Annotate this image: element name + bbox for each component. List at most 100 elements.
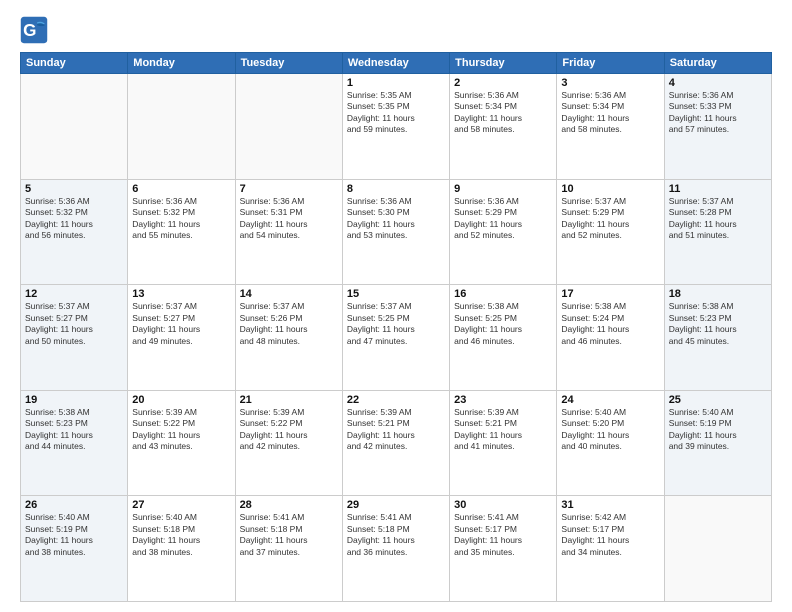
- day-info: Sunrise: 5:36 AM Sunset: 5:32 PM Dayligh…: [132, 196, 230, 242]
- calendar-cell: 6Sunrise: 5:36 AM Sunset: 5:32 PM Daylig…: [128, 179, 235, 285]
- day-info: Sunrise: 5:40 AM Sunset: 5:19 PM Dayligh…: [669, 407, 767, 453]
- calendar-cell: 7Sunrise: 5:36 AM Sunset: 5:31 PM Daylig…: [235, 179, 342, 285]
- day-info: Sunrise: 5:40 AM Sunset: 5:18 PM Dayligh…: [132, 512, 230, 558]
- calendar-table: SundayMondayTuesdayWednesdayThursdayFrid…: [20, 52, 772, 602]
- calendar-cell: 17Sunrise: 5:38 AM Sunset: 5:24 PM Dayli…: [557, 285, 664, 391]
- page: G SundayMondayTuesdayWednesdayThursdayFr…: [0, 0, 792, 612]
- day-info: Sunrise: 5:36 AM Sunset: 5:32 PM Dayligh…: [25, 196, 123, 242]
- day-info: Sunrise: 5:38 AM Sunset: 5:23 PM Dayligh…: [669, 301, 767, 347]
- day-info: Sunrise: 5:41 AM Sunset: 5:18 PM Dayligh…: [240, 512, 338, 558]
- day-number: 9: [454, 183, 552, 195]
- weekday-header-tuesday: Tuesday: [235, 53, 342, 74]
- day-info: Sunrise: 5:41 AM Sunset: 5:17 PM Dayligh…: [454, 512, 552, 558]
- calendar-cell: [21, 74, 128, 180]
- calendar-cell: 24Sunrise: 5:40 AM Sunset: 5:20 PM Dayli…: [557, 390, 664, 496]
- day-number: 13: [132, 288, 230, 300]
- weekday-header-monday: Monday: [128, 53, 235, 74]
- calendar-cell: 8Sunrise: 5:36 AM Sunset: 5:30 PM Daylig…: [342, 179, 449, 285]
- calendar-cell: 26Sunrise: 5:40 AM Sunset: 5:19 PM Dayli…: [21, 496, 128, 602]
- day-info: Sunrise: 5:36 AM Sunset: 5:34 PM Dayligh…: [561, 90, 659, 136]
- day-number: 6: [132, 183, 230, 195]
- day-number: 18: [669, 288, 767, 300]
- day-number: 27: [132, 499, 230, 511]
- week-row-3: 12Sunrise: 5:37 AM Sunset: 5:27 PM Dayli…: [21, 285, 772, 391]
- calendar-cell: 19Sunrise: 5:38 AM Sunset: 5:23 PM Dayli…: [21, 390, 128, 496]
- day-info: Sunrise: 5:37 AM Sunset: 5:28 PM Dayligh…: [669, 196, 767, 242]
- day-info: Sunrise: 5:37 AM Sunset: 5:26 PM Dayligh…: [240, 301, 338, 347]
- calendar-cell: 29Sunrise: 5:41 AM Sunset: 5:18 PM Dayli…: [342, 496, 449, 602]
- day-info: Sunrise: 5:39 AM Sunset: 5:21 PM Dayligh…: [347, 407, 445, 453]
- day-number: 14: [240, 288, 338, 300]
- day-info: Sunrise: 5:36 AM Sunset: 5:31 PM Dayligh…: [240, 196, 338, 242]
- day-number: 2: [454, 77, 552, 89]
- calendar-cell: 21Sunrise: 5:39 AM Sunset: 5:22 PM Dayli…: [235, 390, 342, 496]
- svg-text:G: G: [23, 21, 36, 40]
- day-info: Sunrise: 5:40 AM Sunset: 5:20 PM Dayligh…: [561, 407, 659, 453]
- day-number: 17: [561, 288, 659, 300]
- calendar-cell: 14Sunrise: 5:37 AM Sunset: 5:26 PM Dayli…: [235, 285, 342, 391]
- calendar-cell: 18Sunrise: 5:38 AM Sunset: 5:23 PM Dayli…: [664, 285, 771, 391]
- weekday-header-sunday: Sunday: [21, 53, 128, 74]
- calendar-cell: 25Sunrise: 5:40 AM Sunset: 5:19 PM Dayli…: [664, 390, 771, 496]
- day-info: Sunrise: 5:36 AM Sunset: 5:33 PM Dayligh…: [669, 90, 767, 136]
- calendar-cell: 27Sunrise: 5:40 AM Sunset: 5:18 PM Dayli…: [128, 496, 235, 602]
- day-info: Sunrise: 5:39 AM Sunset: 5:21 PM Dayligh…: [454, 407, 552, 453]
- weekday-header-row: SundayMondayTuesdayWednesdayThursdayFrid…: [21, 53, 772, 74]
- week-row-1: 1Sunrise: 5:35 AM Sunset: 5:35 PM Daylig…: [21, 74, 772, 180]
- weekday-header-wednesday: Wednesday: [342, 53, 449, 74]
- week-row-4: 19Sunrise: 5:38 AM Sunset: 5:23 PM Dayli…: [21, 390, 772, 496]
- day-number: 19: [25, 394, 123, 406]
- calendar-cell: 10Sunrise: 5:37 AM Sunset: 5:29 PM Dayli…: [557, 179, 664, 285]
- day-number: 12: [25, 288, 123, 300]
- calendar-cell: [235, 74, 342, 180]
- calendar-cell: 11Sunrise: 5:37 AM Sunset: 5:28 PM Dayli…: [664, 179, 771, 285]
- day-info: Sunrise: 5:37 AM Sunset: 5:29 PM Dayligh…: [561, 196, 659, 242]
- calendar-cell: 5Sunrise: 5:36 AM Sunset: 5:32 PM Daylig…: [21, 179, 128, 285]
- day-number: 10: [561, 183, 659, 195]
- calendar-cell: 22Sunrise: 5:39 AM Sunset: 5:21 PM Dayli…: [342, 390, 449, 496]
- calendar-cell: 23Sunrise: 5:39 AM Sunset: 5:21 PM Dayli…: [450, 390, 557, 496]
- calendar-cell: [664, 496, 771, 602]
- day-number: 1: [347, 77, 445, 89]
- calendar-cell: 15Sunrise: 5:37 AM Sunset: 5:25 PM Dayli…: [342, 285, 449, 391]
- day-number: 21: [240, 394, 338, 406]
- day-number: 23: [454, 394, 552, 406]
- week-row-2: 5Sunrise: 5:36 AM Sunset: 5:32 PM Daylig…: [21, 179, 772, 285]
- calendar-cell: 9Sunrise: 5:36 AM Sunset: 5:29 PM Daylig…: [450, 179, 557, 285]
- day-info: Sunrise: 5:36 AM Sunset: 5:30 PM Dayligh…: [347, 196, 445, 242]
- day-number: 25: [669, 394, 767, 406]
- day-info: Sunrise: 5:37 AM Sunset: 5:25 PM Dayligh…: [347, 301, 445, 347]
- day-number: 5: [25, 183, 123, 195]
- day-info: Sunrise: 5:38 AM Sunset: 5:23 PM Dayligh…: [25, 407, 123, 453]
- day-number: 30: [454, 499, 552, 511]
- day-number: 28: [240, 499, 338, 511]
- day-number: 22: [347, 394, 445, 406]
- calendar-cell: 20Sunrise: 5:39 AM Sunset: 5:22 PM Dayli…: [128, 390, 235, 496]
- logo: G: [20, 16, 52, 44]
- day-number: 15: [347, 288, 445, 300]
- calendar-cell: 13Sunrise: 5:37 AM Sunset: 5:27 PM Dayli…: [128, 285, 235, 391]
- day-info: Sunrise: 5:36 AM Sunset: 5:34 PM Dayligh…: [454, 90, 552, 136]
- day-info: Sunrise: 5:36 AM Sunset: 5:29 PM Dayligh…: [454, 196, 552, 242]
- weekday-header-friday: Friday: [557, 53, 664, 74]
- weekday-header-saturday: Saturday: [664, 53, 771, 74]
- header: G: [20, 16, 772, 44]
- day-info: Sunrise: 5:39 AM Sunset: 5:22 PM Dayligh…: [240, 407, 338, 453]
- calendar-cell: 2Sunrise: 5:36 AM Sunset: 5:34 PM Daylig…: [450, 74, 557, 180]
- day-number: 8: [347, 183, 445, 195]
- day-info: Sunrise: 5:41 AM Sunset: 5:18 PM Dayligh…: [347, 512, 445, 558]
- day-info: Sunrise: 5:38 AM Sunset: 5:25 PM Dayligh…: [454, 301, 552, 347]
- week-row-5: 26Sunrise: 5:40 AM Sunset: 5:19 PM Dayli…: [21, 496, 772, 602]
- day-number: 4: [669, 77, 767, 89]
- calendar-cell: 3Sunrise: 5:36 AM Sunset: 5:34 PM Daylig…: [557, 74, 664, 180]
- calendar-cell: 4Sunrise: 5:36 AM Sunset: 5:33 PM Daylig…: [664, 74, 771, 180]
- calendar-cell: 30Sunrise: 5:41 AM Sunset: 5:17 PM Dayli…: [450, 496, 557, 602]
- calendar-cell: [128, 74, 235, 180]
- day-number: 16: [454, 288, 552, 300]
- calendar-cell: 16Sunrise: 5:38 AM Sunset: 5:25 PM Dayli…: [450, 285, 557, 391]
- calendar-cell: 12Sunrise: 5:37 AM Sunset: 5:27 PM Dayli…: [21, 285, 128, 391]
- calendar-cell: 28Sunrise: 5:41 AM Sunset: 5:18 PM Dayli…: [235, 496, 342, 602]
- day-number: 7: [240, 183, 338, 195]
- day-number: 31: [561, 499, 659, 511]
- day-number: 24: [561, 394, 659, 406]
